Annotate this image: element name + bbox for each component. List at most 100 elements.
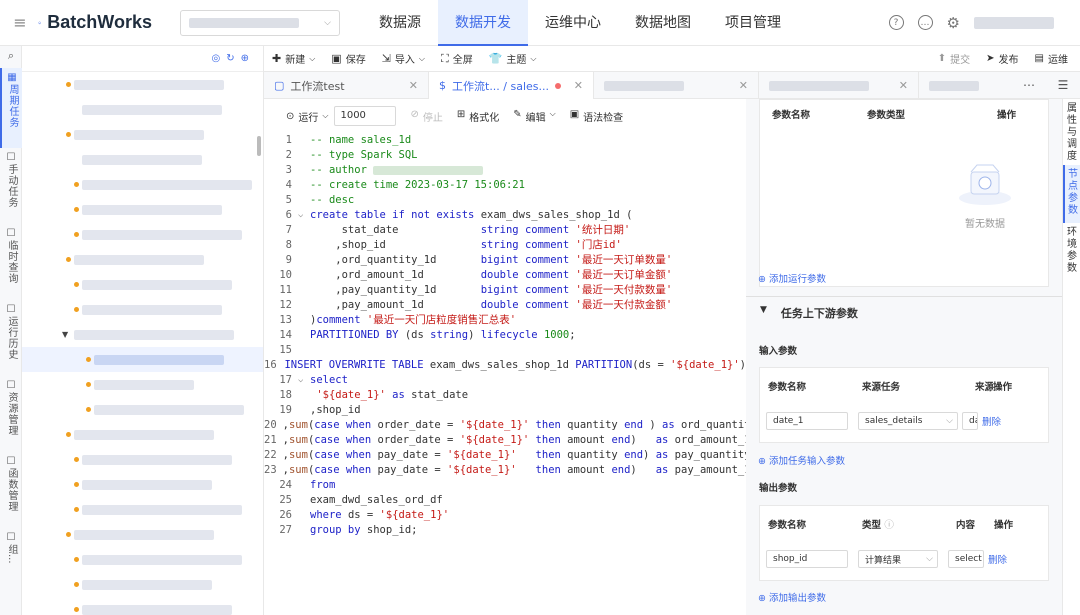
tree-node[interactable] <box>22 172 263 197</box>
code-line[interactable]: 1 -- name sales_1d <box>264 133 746 148</box>
leftnav-group[interactable]: ☐ 组... <box>0 528 22 578</box>
tree-node[interactable] <box>22 522 263 547</box>
code-line[interactable]: 9 ,ord_quantity_1d bigint comment '最近一天订… <box>264 253 746 268</box>
code-line[interactable]: 3 -- author <box>264 163 746 178</box>
delete-input-link[interactable]: 删除 <box>982 414 1001 428</box>
nav-datasource[interactable]: 数据源 <box>362 0 438 46</box>
tree-node[interactable] <box>22 397 263 422</box>
theme-button[interactable]: 👕 主题 ⌵ <box>481 51 545 66</box>
tab-properties-schedule[interactable]: 属性与调度 <box>1063 99 1080 165</box>
upstream-section-header[interactable]: ▼ 任务上下游参数 <box>760 305 858 321</box>
tab-workflow-test[interactable]: ▢ 工作流test ✕ <box>264 72 429 99</box>
close-icon[interactable]: ✕ <box>899 79 908 92</box>
tree-node[interactable] <box>22 72 263 97</box>
code-line[interactable]: 22, sum(case when pay_date = '${date_1}' … <box>264 448 746 463</box>
code-line[interactable]: 20, sum(case when order_date = '${date_1}… <box>264 418 746 433</box>
search-icon[interactable]: ⌕ <box>0 46 22 68</box>
tab-node-params[interactable]: 节点参数 <box>1063 165 1080 223</box>
user-name[interactable] <box>974 16 1054 29</box>
tree-node[interactable]: ▼ <box>22 322 263 347</box>
tree-node[interactable] <box>22 422 263 447</box>
help-icon[interactable]: ? <box>888 15 904 30</box>
code-line[interactable]: 11 ,pay_quantity_1d bigint comment '最近一天… <box>264 283 746 298</box>
leftnav-run-history[interactable]: ☐ 运行历史 <box>0 300 22 376</box>
ops-button[interactable]: ▤ 运维 <box>1027 51 1076 66</box>
nav-project-mgmt[interactable]: 项目管理 <box>708 0 798 46</box>
nav-data-map[interactable]: 数据地图 <box>618 0 708 46</box>
help-icon[interactable]: ⓘ <box>884 520 894 531</box>
refresh-icon[interactable]: ↻ <box>226 53 234 64</box>
source-task-select[interactable]: sales_details ⌵ <box>858 412 958 430</box>
more-icon[interactable]: ⋯ <box>1012 72 1046 98</box>
tab-blurred-3[interactable] <box>919 72 1011 99</box>
syntax-check-button[interactable]: ▣ 语法检查 <box>570 109 623 124</box>
format-button[interactable]: ⊞ 格式化 <box>457 109 499 124</box>
gear-icon[interactable]: ⚙ <box>947 14 960 32</box>
import-button[interactable]: ⇲ 导入 ⌵ <box>374 51 433 66</box>
leftnav-function-mgmt[interactable]: ☐ 函数管理 <box>0 452 22 528</box>
nav-data-dev[interactable]: 数据开发 <box>438 0 528 46</box>
code-line[interactable]: 6 ⌵ create table if not exists exam_dws_sa… <box>264 208 746 223</box>
input-param-name[interactable]: date_1 <box>766 412 848 430</box>
code-line[interactable]: 15 <box>264 343 746 358</box>
output-param-name[interactable]: shop_id <box>766 550 848 568</box>
tree-node[interactable] <box>22 247 263 272</box>
limit-input[interactable]: 1000 <box>334 106 397 126</box>
code-line[interactable]: 14 PARTITIONED BY (ds string) lifecycle 1… <box>264 328 746 343</box>
add-icon[interactable]: ⊕ <box>241 53 249 64</box>
close-icon[interactable]: ✕ <box>409 79 418 92</box>
code-line[interactable]: 19 ,shop_id <box>264 403 746 418</box>
code-line[interactable]: 21, sum(case when order_date = '${date_1}… <box>264 433 746 448</box>
tree-node[interactable] <box>22 372 263 397</box>
code-line[interactable]: 10 ,ord_amount_1d double comment '最近一天订单… <box>264 268 746 283</box>
tree-node[interactable] <box>22 572 263 597</box>
code-line[interactable]: 26 where ds = '${date_1}' <box>264 508 746 523</box>
code-line[interactable]: 8 ,shop_id string comment '门店id' <box>264 238 746 253</box>
run-button[interactable]: ⊙ 运行 ⌵ <box>286 109 328 124</box>
delete-output-link[interactable]: 删除 <box>988 552 1007 566</box>
caret-down-icon[interactable]: ▼ <box>62 330 68 339</box>
code-line[interactable]: 7 stat_date string comment '统计日期' <box>264 223 746 238</box>
edit-button[interactable]: ✎ 编辑 ⌵ <box>513 109 555 124</box>
output-type-select[interactable]: 计算结果 ⌵ <box>858 550 938 568</box>
code-line[interactable]: 23, sum(case when pay_date = '${date_1}' … <box>264 463 746 478</box>
tab-blurred-1[interactable]: ✕ <box>594 72 759 99</box>
code-line[interactable]: 5 -- desc <box>264 193 746 208</box>
fullscreen-button[interactable]: ⛶ 全屏 <box>433 51 481 67</box>
code-line[interactable]: 13) comment '最近一天门店粒度销售汇总表' <box>264 313 746 328</box>
tree-node[interactable] <box>22 497 263 522</box>
stop-button[interactable]: ⊘ 停止 <box>410 109 442 124</box>
locate-icon[interactable]: ◎ <box>211 53 220 64</box>
tree-node[interactable] <box>22 347 263 372</box>
tree-node[interactable] <box>22 122 263 147</box>
save-button[interactable]: ▣ 保存 <box>323 51 373 66</box>
tree-node[interactable] <box>22 297 263 322</box>
message-icon[interactable]: … <box>917 15 933 30</box>
new-button[interactable]: ✚ 新建 ⌵ <box>264 51 323 66</box>
leftnav-temp-query[interactable]: ☐ 临时查询 <box>0 224 22 300</box>
code-line[interactable]: 17 ⌵ select <box>264 373 746 388</box>
submit-button[interactable]: ⬆ 提交 <box>930 51 978 66</box>
add-run-param-link[interactable]: ⊕ 添加运行参数 <box>758 271 826 285</box>
code-line[interactable]: 12 ,pay_amount_1d double comment '最近一天付款… <box>264 298 746 313</box>
source-select[interactable]: da <box>962 412 978 430</box>
nav-ops-center[interactable]: 运维中心 <box>528 0 618 46</box>
project-select[interactable]: ⌵ <box>180 9 340 36</box>
close-icon[interactable]: ✕ <box>739 79 748 92</box>
code-line[interactable]: 4 -- create time 2023-03-17 15:06:21 <box>264 178 746 193</box>
code-line[interactable]: 27 group by shop_id; <box>264 523 746 538</box>
list-icon[interactable]: ☰ <box>1046 72 1080 98</box>
logo[interactable]: BatchWorks <box>22 11 152 35</box>
tree-node[interactable] <box>22 97 263 122</box>
tree-node[interactable] <box>22 147 263 172</box>
tab-sales-task[interactable]: $ 工作流t... / sales... ✕ <box>429 72 594 99</box>
leftnav-resource-mgmt[interactable]: ☐ 资源管理 <box>0 376 22 452</box>
fold-chevron-icon[interactable]: ⌵ <box>298 208 310 223</box>
tree-scrollbar[interactable] <box>257 136 261 156</box>
tree-node[interactable] <box>22 597 263 615</box>
code-line[interactable]: 24 from <box>264 478 746 493</box>
code-line[interactable]: 18 '${date_1}' as stat_date <box>264 388 746 403</box>
tree-node[interactable] <box>22 547 263 572</box>
fold-chevron-icon[interactable]: ⌵ <box>298 373 310 388</box>
tab-env-params[interactable]: 环境参数 <box>1063 223 1080 281</box>
